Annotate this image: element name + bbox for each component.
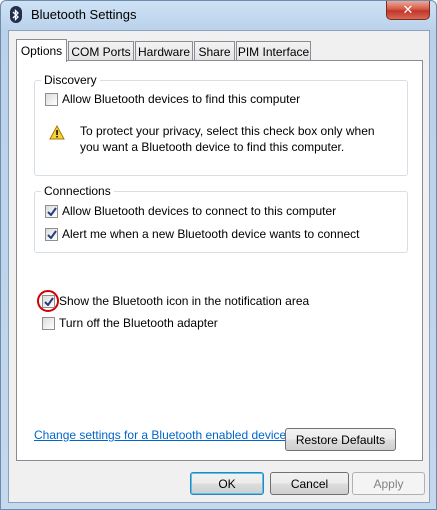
allow-connect-checkbox[interactable]: [45, 204, 58, 218]
alert-new-row[interactable]: Alert me when a new Bluetooth device wan…: [45, 227, 360, 241]
connections-group-label: Connections: [41, 184, 114, 198]
checkmark-icon: [46, 206, 57, 216]
dialog-client-area: Options COM Ports Hardware Share PIM Int…: [8, 30, 430, 503]
allow-find-checkbox[interactable]: [45, 92, 58, 106]
show-icon-label: Show the Bluetooth icon in the notificat…: [59, 294, 310, 308]
allow-find-row[interactable]: Allow Bluetooth devices to find this com…: [45, 92, 300, 106]
window-title: Bluetooth Settings: [31, 7, 137, 22]
bluetooth-icon: [10, 6, 22, 23]
restore-defaults-button[interactable]: Restore Defaults: [285, 428, 396, 451]
change-settings-link[interactable]: Change settings for a Bluetooth enabled …: [34, 428, 290, 442]
checkmark-icon: [43, 296, 54, 306]
discovery-group: Discovery Allow Bluetooth devices to fin…: [34, 73, 408, 176]
tab-options[interactable]: Options: [16, 39, 67, 62]
title-bar[interactable]: Bluetooth Settings ✕: [1, 1, 436, 29]
privacy-note-line2: you want a Bluetooth device to find this…: [80, 140, 345, 154]
options-panel: Discovery Allow Bluetooth devices to fin…: [16, 60, 423, 461]
close-icon: ✕: [402, 2, 414, 17]
discovery-group-label: Discovery: [41, 73, 100, 87]
turn-off-label: Turn off the Bluetooth adapter: [59, 316, 218, 330]
ok-button[interactable]: OK: [190, 472, 264, 495]
tab-share[interactable]: Share: [194, 41, 235, 61]
cancel-button[interactable]: Cancel: [270, 472, 349, 495]
connections-group: Connections Allow Bluetooth devices to c…: [34, 184, 408, 253]
close-button[interactable]: ✕: [386, 1, 430, 20]
allow-connect-row[interactable]: Allow Bluetooth devices to connect to th…: [45, 204, 336, 218]
allow-find-label: Allow Bluetooth devices to find this com…: [62, 92, 301, 106]
turn-off-checkbox[interactable]: [42, 316, 55, 330]
show-icon-checkbox[interactable]: [42, 294, 55, 308]
privacy-note-line1: To protect your privacy, select this che…: [80, 124, 375, 138]
tab-com-ports[interactable]: COM Ports: [68, 41, 134, 61]
tab-pim-interface[interactable]: PIM Interface: [236, 41, 311, 61]
checkmark-icon: [46, 229, 57, 239]
turn-off-row[interactable]: Turn off the Bluetooth adapter: [42, 316, 218, 330]
apply-button: Apply: [352, 472, 425, 495]
show-icon-row[interactable]: Show the Bluetooth icon in the notificat…: [42, 294, 309, 308]
warning-icon: [49, 125, 65, 140]
alert-new-checkbox[interactable]: [45, 227, 58, 241]
allow-connect-label: Allow Bluetooth devices to connect to th…: [62, 204, 337, 218]
alert-new-label: Alert me when a new Bluetooth device wan…: [62, 227, 360, 241]
bluetooth-settings-window: Bluetooth Settings ✕ Options COM Ports H…: [0, 0, 437, 510]
tab-hardware[interactable]: Hardware: [135, 41, 193, 61]
